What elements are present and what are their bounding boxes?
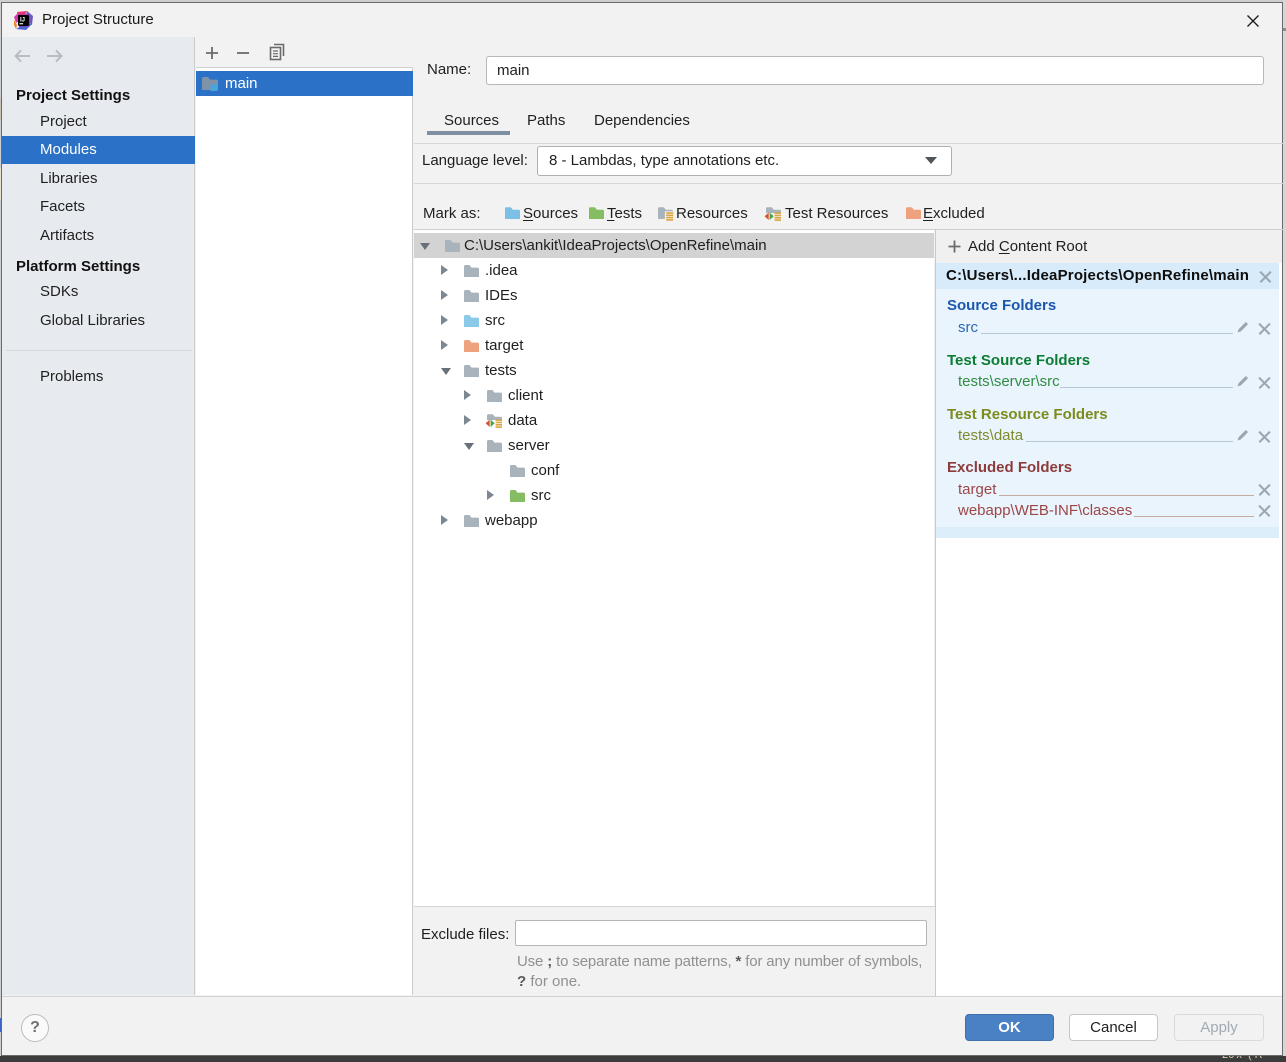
svg-text:IJ: IJ (20, 18, 25, 24)
